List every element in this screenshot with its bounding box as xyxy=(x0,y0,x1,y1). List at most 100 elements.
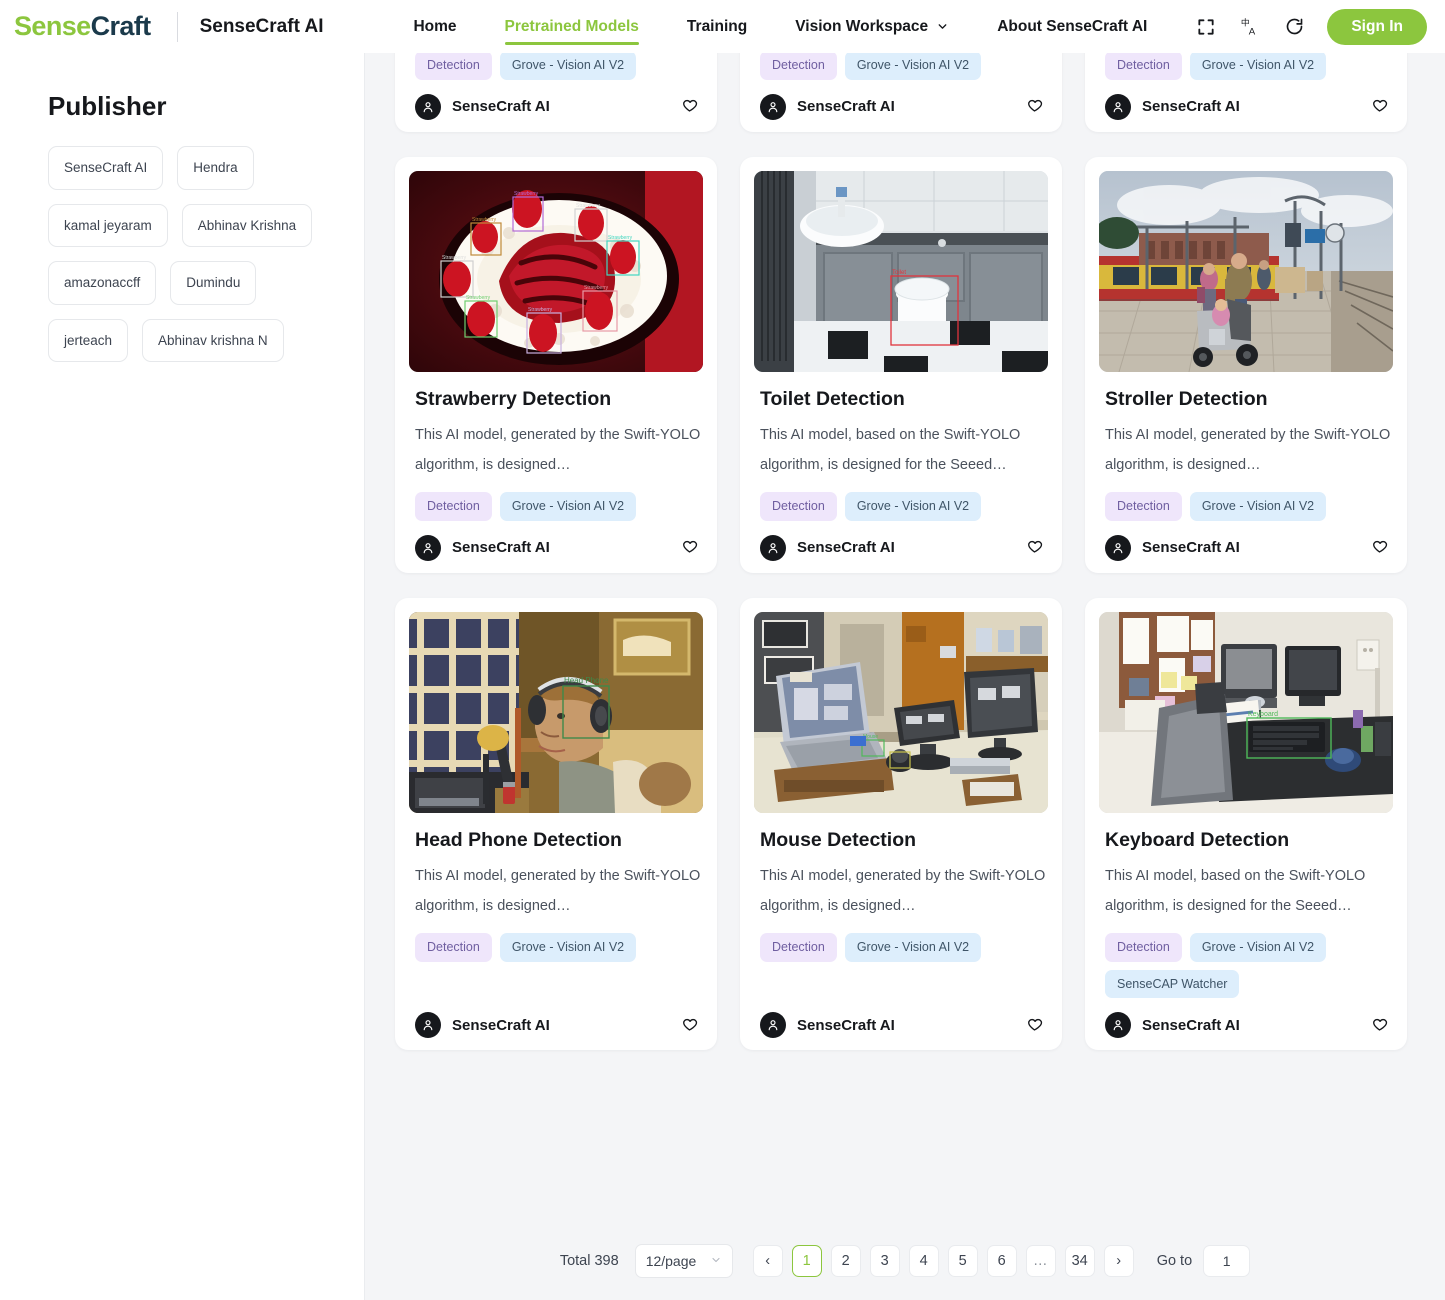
model-card-ship-detection[interactable]: Ship Detection An AI model designed to r… xyxy=(740,53,1062,132)
model-card-image-head-phone: Head Phone xyxy=(409,611,703,813)
tag-device[interactable]: Grove - Vision AI V2 xyxy=(844,53,982,80)
app-header: SenseCraft SenseCraft AI Home Pretrained… xyxy=(0,0,1445,53)
nav-item-home[interactable]: Home xyxy=(389,0,480,53)
pagination-page-6[interactable]: 6 xyxy=(986,1245,1017,1277)
model-grid-area: Helicopter Detection An AI model designe… xyxy=(365,53,1445,1300)
sensecraft-logo[interactable]: SenseCraft xyxy=(14,11,151,42)
nav-label-training: Training xyxy=(686,17,748,35)
svg-text:Strawberry: Strawberry xyxy=(514,191,539,197)
page-size-select[interactable]: 12/page xyxy=(634,1244,733,1278)
nav-item-about[interactable]: About SenseCraft AI xyxy=(973,0,1171,53)
tag-detection[interactable]: Detection xyxy=(415,933,492,962)
svg-text:Strawberry: Strawberry xyxy=(442,255,467,261)
model-card-helicopter-detection[interactable]: Helicopter Detection An AI model designe… xyxy=(395,53,717,132)
publisher-chip-jerteach[interactable]: jerteach xyxy=(48,318,129,362)
model-card-footer: SenseCraft AI xyxy=(409,534,703,561)
nav-label-vision-workspace: Vision Workspace xyxy=(795,17,929,35)
pagination-page-1[interactable]: 1 xyxy=(791,1245,822,1277)
tag-detection[interactable]: Detection xyxy=(1105,933,1182,962)
pagination-page-34[interactable]: 34 xyxy=(1064,1245,1095,1277)
pagination-goto-input[interactable] xyxy=(1203,1245,1251,1277)
tag-device[interactable]: Grove - Vision AI V2 xyxy=(499,492,637,521)
pagination-ellipsis[interactable]: … xyxy=(1025,1245,1056,1277)
tag-device[interactable]: Grove - Vision AI V2 xyxy=(1189,933,1327,962)
tag-detection[interactable]: Detection xyxy=(415,53,492,80)
model-card-tags: Detection Grove - Vision AI V2 SenseCAP … xyxy=(1099,933,1393,999)
tag-device-sensecap[interactable]: SenseCAP Watcher xyxy=(1105,969,1240,999)
model-card-stroller-detection[interactable]: Stroller Detection This AI model, genera… xyxy=(1085,156,1407,573)
model-card-description: This AI model, generated by the Swift-YO… xyxy=(415,427,701,474)
avatar xyxy=(760,1012,786,1039)
publisher-chip-abhinav-krishna[interactable]: Abhinav Krishna xyxy=(181,203,313,247)
tag-detection[interactable]: Detection xyxy=(1105,53,1182,80)
model-card-tennis-detection[interactable]: Tennis Detection An AI model designed to… xyxy=(1085,53,1407,132)
avatar xyxy=(1105,93,1131,120)
model-card-image-toilet: Toilet xyxy=(754,170,1048,372)
model-card-tags: Detection Grove - Vision AI V2 xyxy=(1099,53,1393,80)
model-card-mouse-detection[interactable]: Mouse Mouse Detection This AI model, gen… xyxy=(740,597,1062,1051)
favorite-heart-icon[interactable] xyxy=(1025,538,1044,557)
pagination-page-3[interactable]: 3 xyxy=(869,1245,900,1277)
tag-detection[interactable]: Detection xyxy=(415,492,492,521)
publisher-chip-kamal-jeyaram[interactable]: kamal jeyaram xyxy=(48,203,168,247)
nav-item-pretrained-models[interactable]: Pretrained Models xyxy=(481,0,663,53)
fullscreen-icon[interactable] xyxy=(1195,16,1217,38)
pagination-next-button[interactable]: › xyxy=(1103,1245,1134,1277)
tag-detection[interactable]: Detection xyxy=(760,53,837,80)
pagination-page-4[interactable]: 4 xyxy=(908,1245,939,1277)
pagination-page-2[interactable]: 2 xyxy=(830,1245,861,1277)
tag-device[interactable]: Grove - Vision AI V2 xyxy=(1189,492,1327,521)
tag-device[interactable]: Grove - Vision AI V2 xyxy=(499,53,637,80)
favorite-heart-icon[interactable] xyxy=(1370,1016,1389,1035)
publisher-chip-amazonaccff[interactable]: amazonaccff xyxy=(48,261,157,305)
translate-icon[interactable]: 中 A xyxy=(1239,16,1261,38)
svg-text:Strawberry: Strawberry xyxy=(608,235,633,241)
favorite-heart-icon[interactable] xyxy=(680,97,699,116)
publisher-chip-dumindu[interactable]: Dumindu xyxy=(170,261,257,305)
model-card-author: SenseCraft AI xyxy=(452,1016,550,1034)
model-card-tags: Detection Grove - Vision AI V2 xyxy=(409,933,703,962)
favorite-heart-icon[interactable] xyxy=(680,1016,699,1035)
model-card-keyboard-detection[interactable]: Keyboard Keyboard Detection This AI mode… xyxy=(1085,597,1407,1051)
model-card-description: This AI model, based on the Swift-YOLO a… xyxy=(1105,868,1366,914)
tag-detection[interactable]: Detection xyxy=(760,492,837,521)
tag-device[interactable]: Grove - Vision AI V2 xyxy=(844,492,982,521)
publisher-chip-hendra[interactable]: Hendra xyxy=(177,146,254,190)
favorite-heart-icon[interactable] xyxy=(1370,97,1389,116)
sign-in-button[interactable]: Sign In xyxy=(1327,8,1427,45)
pagination-prev-button[interactable]: ‹ xyxy=(752,1245,783,1277)
model-card-author: SenseCraft AI xyxy=(452,539,550,557)
favorite-heart-icon[interactable] xyxy=(680,538,699,557)
chevron-down-icon xyxy=(936,20,949,33)
model-card-author: SenseCraft AI xyxy=(797,539,895,557)
pagination-page-5[interactable]: 5 xyxy=(947,1245,978,1277)
publisher-chip-sensecraft-ai[interactable]: SenseCraft AI xyxy=(48,146,164,190)
svg-text:Strawberry: Strawberry xyxy=(528,307,553,313)
model-card-footer: SenseCraft AI xyxy=(754,93,1048,120)
tag-detection[interactable]: Detection xyxy=(1105,492,1182,521)
favorite-heart-icon[interactable] xyxy=(1025,1016,1044,1035)
model-card-title: Keyboard Detection xyxy=(1105,828,1290,851)
model-card-tags: Detection Grove - Vision AI V2 xyxy=(754,53,1048,80)
tag-device[interactable]: Grove - Vision AI V2 xyxy=(1189,53,1327,80)
model-card-toilet-detection[interactable]: Toilet Toilet Detection This AI model, b… xyxy=(740,156,1062,573)
tag-device[interactable]: Grove - Vision AI V2 xyxy=(844,933,982,962)
model-card-title: Stroller Detection xyxy=(1105,387,1268,410)
tag-detection[interactable]: Detection xyxy=(760,933,837,962)
svg-text:Toilet: Toilet xyxy=(892,270,906,276)
model-card-image-strawberry: Strawberry Strawberry Strawberry Strawbe… xyxy=(409,170,703,372)
favorite-heart-icon[interactable] xyxy=(1370,538,1389,557)
publisher-chip-abhinav-krishna-n[interactable]: Abhinav krishna N xyxy=(142,318,284,362)
model-card-strawberry-detection[interactable]: Strawberry Strawberry Strawberry Strawbe… xyxy=(395,156,717,573)
svg-text:Head Phone: Head Phone xyxy=(564,676,609,685)
refresh-icon[interactable] xyxy=(1283,16,1305,38)
tag-device[interactable]: Grove - Vision AI V2 xyxy=(499,933,637,962)
header-actions: 中 A Sign In xyxy=(1195,8,1427,45)
svg-text:Strawberry: Strawberry xyxy=(584,285,609,291)
publisher-heading: Publisher xyxy=(48,91,167,121)
model-card-head-phone-detection[interactable]: Head Phone Head Phone Detection This AI … xyxy=(395,597,717,1051)
model-card-footer: SenseCraft AI xyxy=(754,1012,1048,1039)
nav-item-vision-workspace[interactable]: Vision Workspace xyxy=(771,0,973,53)
nav-item-training[interactable]: Training xyxy=(663,0,771,53)
favorite-heart-icon[interactable] xyxy=(1025,97,1044,116)
